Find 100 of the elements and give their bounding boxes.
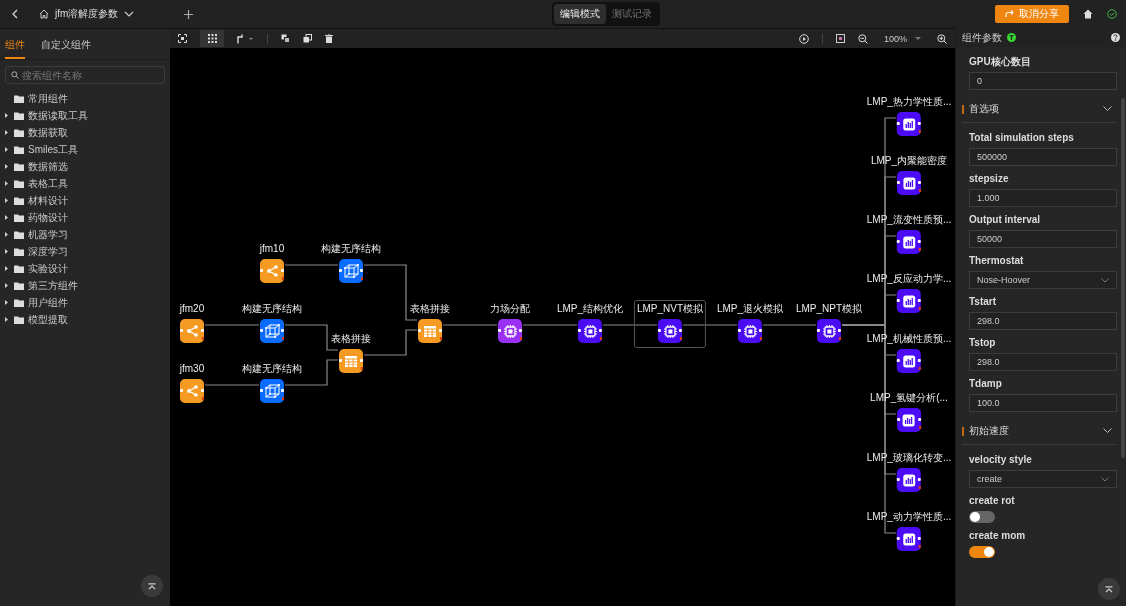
caret-right-icon[interactable] xyxy=(5,283,8,288)
node-tile[interactable] xyxy=(180,319,204,343)
node-tile[interactable] xyxy=(897,171,921,195)
caret-right-icon[interactable] xyxy=(5,215,8,220)
zoom-out-icon[interactable] xyxy=(857,33,868,44)
node-tile[interactable] xyxy=(897,468,921,492)
check-circle-icon[interactable] xyxy=(1107,9,1117,19)
tree-item[interactable]: 常用组件 xyxy=(0,90,170,107)
tree-item[interactable]: Smiles工具 xyxy=(0,141,170,158)
workflow-node[interactable]: 表格拼接 xyxy=(402,300,458,348)
fit-view-icon[interactable] xyxy=(178,34,187,43)
input-field[interactable]: 500000 xyxy=(969,148,1117,166)
node-tile[interactable] xyxy=(578,319,602,343)
tree-item[interactable]: 数据获取 xyxy=(0,124,170,141)
workflow-node[interactable]: jfm20 xyxy=(170,300,220,348)
caret-right-icon[interactable] xyxy=(5,249,8,254)
duplicate-icon[interactable] xyxy=(303,34,312,43)
tree-item[interactable]: 药物设计 xyxy=(0,209,170,226)
mode-tab[interactable]: 编辑模式 xyxy=(554,4,606,24)
caret-right-icon[interactable] xyxy=(5,181,8,186)
workflow-node[interactable]: LMP_氢键分析(... xyxy=(867,389,951,437)
select-field[interactable]: Nose-Hoover xyxy=(969,271,1117,289)
node-tile[interactable] xyxy=(817,319,841,343)
search-field[interactable]: 搜索组件名称 xyxy=(5,66,165,84)
mode-tab[interactable]: 测试记录 xyxy=(606,4,658,24)
node-tile[interactable] xyxy=(738,319,762,343)
node-tile[interactable] xyxy=(897,289,921,313)
tree-item[interactable]: 用户组件 xyxy=(0,294,170,311)
input-field[interactable]: 298.0 xyxy=(969,312,1117,330)
back-icon[interactable] xyxy=(11,9,19,19)
caret-right-icon[interactable] xyxy=(5,232,8,237)
section-header[interactable]: 首选项 xyxy=(962,96,1117,123)
caret-right-icon[interactable] xyxy=(5,147,8,152)
workflow-node[interactable]: LMP_动力学性质... xyxy=(863,508,955,556)
toggle-switch[interactable] xyxy=(969,546,995,558)
workflow-node[interactable]: LMP_热力学性质... xyxy=(863,93,955,141)
tree-item[interactable]: 机器学习 xyxy=(0,226,170,243)
workflow-node[interactable]: 构建无序结构 xyxy=(318,240,384,288)
back-to-top-button[interactable] xyxy=(1098,578,1120,600)
workflow-node[interactable]: LMP_机械性质预... xyxy=(863,330,955,378)
node-tile[interactable] xyxy=(260,319,284,343)
section-header[interactable]: 初始速度 xyxy=(962,418,1117,445)
tree-item[interactable]: 数据读取工具 xyxy=(0,107,170,124)
tree-item[interactable]: 深度学习 xyxy=(0,243,170,260)
workflow-node[interactable]: LMP_退火模拟 xyxy=(713,300,787,348)
caret-right-icon[interactable] xyxy=(5,266,8,271)
node-tile[interactable] xyxy=(339,259,363,283)
tree-item[interactable]: 第三方组件 xyxy=(0,277,170,294)
input-field[interactable]: 1.000 xyxy=(969,189,1117,207)
input-field[interactable]: 100.0 xyxy=(969,394,1117,412)
tree-item[interactable]: 材料设计 xyxy=(0,192,170,209)
node-tile[interactable] xyxy=(498,319,522,343)
node-tile[interactable] xyxy=(339,349,363,373)
node-tile[interactable] xyxy=(897,408,921,432)
node-tile[interactable] xyxy=(260,259,284,283)
node-tile[interactable] xyxy=(180,379,204,403)
house-icon[interactable] xyxy=(1083,9,1093,19)
grid-toggle[interactable] xyxy=(200,30,224,47)
node-tile[interactable] xyxy=(897,527,921,551)
caret-right-icon[interactable] xyxy=(5,130,8,135)
input-field[interactable]: 298.0 xyxy=(969,353,1117,371)
node-tile[interactable] xyxy=(658,319,682,343)
tree-item[interactable]: 模型提取 xyxy=(0,311,170,328)
connector-style-icon[interactable] xyxy=(237,33,254,44)
workflow-node[interactable]: 力场分配 xyxy=(482,300,538,348)
node-tile[interactable] xyxy=(897,230,921,254)
help-icon[interactable] xyxy=(1111,33,1120,42)
plus-icon[interactable] xyxy=(184,9,194,19)
workflow-node[interactable]: LMP_NPT模拟 xyxy=(792,300,866,348)
input-field[interactable]: 50000 xyxy=(969,230,1117,248)
workflow-node[interactable]: 表格拼接 xyxy=(323,330,379,378)
play-icon[interactable] xyxy=(798,33,809,44)
input-field[interactable]: 0 xyxy=(969,72,1117,90)
node-tile[interactable] xyxy=(260,379,284,403)
node-tile[interactable] xyxy=(418,319,442,343)
copy-icon[interactable] xyxy=(281,34,290,43)
workflow-node[interactable]: LMP_内聚能密度 xyxy=(867,152,951,200)
workflow-node[interactable]: jfm30 xyxy=(170,360,220,408)
tree-item[interactable]: 实验设计 xyxy=(0,260,170,277)
workflow-node[interactable]: 构建无序结构 xyxy=(239,300,305,348)
zoom-in-icon[interactable] xyxy=(937,33,947,44)
zoom-level-dropdown[interactable]: 100% xyxy=(883,33,921,44)
tree-item[interactable]: 数据筛选 xyxy=(0,158,170,175)
caret-right-icon[interactable] xyxy=(5,300,8,305)
toggle-switch[interactable] xyxy=(969,511,995,523)
workflow-node[interactable]: LMP_结构优化 xyxy=(553,300,627,348)
node-tile[interactable] xyxy=(897,112,921,136)
workflow-node[interactable]: 构建无序结构 xyxy=(239,360,305,408)
chevron-down-icon[interactable] xyxy=(124,11,135,17)
node-tile[interactable] xyxy=(897,349,921,373)
tree-item[interactable]: 表格工具 xyxy=(0,175,170,192)
trash-icon[interactable] xyxy=(325,34,333,43)
fit-screen-icon[interactable] xyxy=(835,34,845,43)
caret-right-icon[interactable] xyxy=(5,113,8,118)
workflow-node[interactable]: LMP_玻璃化转变... xyxy=(863,449,955,497)
workflow-node[interactable]: jfm10 xyxy=(244,240,300,288)
caret-right-icon[interactable] xyxy=(5,164,8,169)
workflow-node[interactable]: LMP_流变性质预... xyxy=(863,211,955,259)
sidebar-tab[interactable]: 自定义组件 xyxy=(41,36,91,59)
sidebar-tab[interactable]: 组件 xyxy=(5,36,25,59)
